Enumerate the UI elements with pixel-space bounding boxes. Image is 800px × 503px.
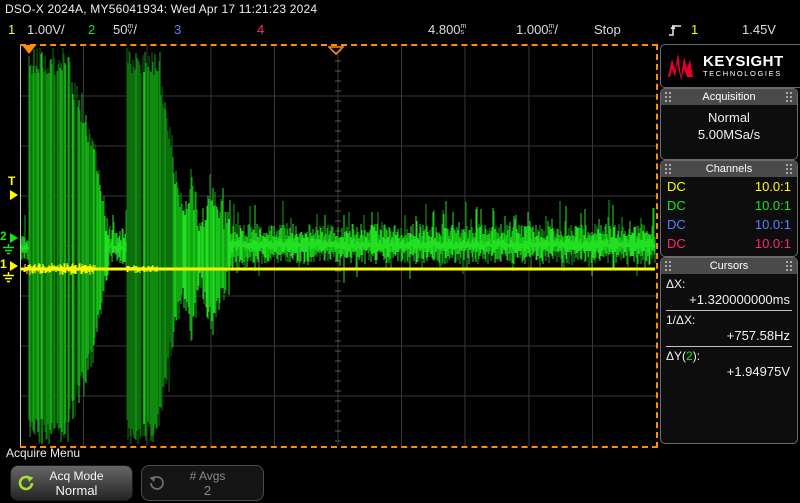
channels-panel: Channels DC10.0:1 DC10.0:1 DC10.0:1 DC10… bbox=[660, 160, 798, 257]
cursor-invdx-value: +757.58Hz bbox=[666, 328, 792, 344]
channel-row-4: DC10.0:1 bbox=[661, 234, 797, 253]
ch2-scale[interactable]: 50mV/ bbox=[113, 22, 137, 37]
channel-row-1: DC10.0:1 bbox=[661, 177, 797, 196]
trigger-level[interactable]: 1.45V bbox=[742, 22, 776, 37]
instrument-title: DSO-X 2024A, MY56041934: Wed Apr 17 11:2… bbox=[5, 2, 317, 16]
softkey-acq-mode-text: Acq Mode Normal bbox=[35, 469, 118, 498]
oscilloscope-screen: DSO-X 2024A, MY56041934: Wed Apr 17 11:2… bbox=[0, 0, 800, 503]
grip-icon bbox=[665, 92, 672, 103]
grip-icon bbox=[665, 261, 672, 272]
acquisition-title: Acquisition bbox=[672, 91, 786, 103]
timebase-readout[interactable]: 1.000ms/ bbox=[516, 22, 558, 37]
divider bbox=[666, 346, 792, 347]
trigger-source[interactable]: 1 bbox=[691, 22, 698, 37]
softkey-label: # Avgs bbox=[166, 469, 249, 483]
acquisition-panel: Acquisition Normal 5.00MSa/s bbox=[660, 88, 798, 160]
waveform-svg bbox=[20, 46, 656, 446]
divider bbox=[666, 310, 792, 311]
keysight-logo: KEYSIGHT TECHNOLOGIES bbox=[660, 44, 800, 88]
ch4-button[interactable]: 4 bbox=[257, 22, 264, 37]
brand-sub: TECHNOLOGIES bbox=[703, 69, 784, 78]
trigger-time-marker[interactable] bbox=[22, 45, 36, 54]
keysight-spark-icon bbox=[667, 51, 697, 81]
cursor-dx-label: ΔX: bbox=[666, 277, 792, 292]
cursor-dy-value: +1.94975V bbox=[666, 364, 792, 380]
channel-row-2: DC10.0:1 bbox=[661, 196, 797, 215]
grip-icon bbox=[665, 164, 672, 175]
brand-name: KEYSIGHT bbox=[703, 54, 784, 69]
cursors-title: Cursors bbox=[672, 260, 786, 272]
trigger-level-marker[interactable] bbox=[10, 190, 18, 200]
softkey-label: Acq Mode bbox=[35, 469, 118, 483]
time-reference-marker bbox=[328, 46, 344, 55]
rotate-knob-icon bbox=[148, 474, 166, 492]
menu-title: Acquire Menu bbox=[6, 446, 80, 460]
softkey-value: Normal bbox=[35, 483, 118, 498]
acq-mode-value: Normal bbox=[661, 109, 797, 126]
acq-sample-rate: 5.00MSa/s bbox=[661, 126, 797, 143]
cursors-header[interactable]: Cursors bbox=[661, 258, 797, 274]
acquisition-header[interactable]: Acquisition bbox=[661, 89, 797, 105]
softkey-num-avgs[interactable]: # Avgs 2 bbox=[141, 465, 264, 501]
grip-icon bbox=[786, 164, 793, 175]
ch3-button[interactable]: 3 bbox=[174, 22, 181, 37]
ch1-button[interactable]: 1 bbox=[8, 22, 15, 37]
ch1-ground-icon bbox=[2, 272, 15, 283]
softkey-acq-mode[interactable]: Acq Mode Normal bbox=[10, 465, 133, 501]
status-bar: 1 1.00V/ 2 50mV/ 3 4 4.800ms 1.000ms/ St… bbox=[0, 19, 800, 41]
run-state[interactable]: Stop bbox=[594, 22, 621, 37]
softkey-num-avgs-text: # Avgs 2 bbox=[166, 469, 249, 498]
cursor-dx-value: +1.320000000ms bbox=[666, 292, 792, 308]
cursor-invdx-label: 1/ΔX: bbox=[666, 313, 792, 328]
channel-row-3: DC10.0:1 bbox=[661, 215, 797, 234]
rotate-knob-icon bbox=[17, 474, 35, 492]
cursor-dy-label: ΔY(2): bbox=[666, 349, 792, 364]
waveform-display bbox=[20, 44, 658, 448]
ch2-ground-icon bbox=[2, 244, 15, 255]
cursors-panel: Cursors ΔX: +1.320000000ms 1/ΔX: +757.58… bbox=[660, 257, 798, 444]
grip-icon bbox=[786, 92, 793, 103]
ch2-button[interactable]: 2 bbox=[88, 22, 95, 37]
grip-icon bbox=[786, 261, 793, 272]
trigger-edge-icon bbox=[668, 23, 682, 40]
channels-header[interactable]: Channels bbox=[661, 161, 797, 177]
delay-readout[interactable]: 4.800ms bbox=[428, 22, 466, 37]
ch2-ground-marker[interactable] bbox=[10, 233, 18, 243]
ch1-scale[interactable]: 1.00V/ bbox=[27, 22, 65, 37]
channels-title: Channels bbox=[672, 163, 786, 175]
delay-unit: ms bbox=[461, 24, 467, 36]
trigger-level-letter: T bbox=[8, 174, 28, 188]
softkey-value: 2 bbox=[166, 483, 249, 498]
ch1-ground-marker[interactable] bbox=[10, 261, 18, 271]
